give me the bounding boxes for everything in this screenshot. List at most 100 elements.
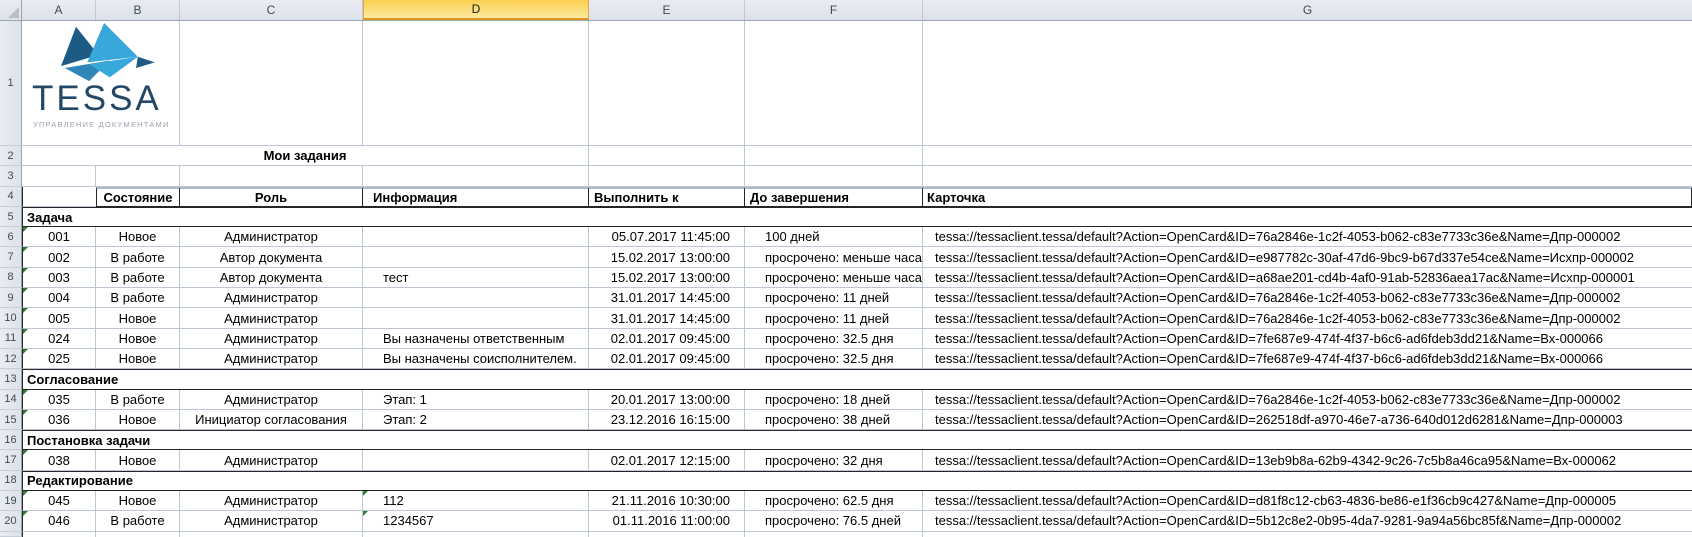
row-header[interactable]: 13: [0, 369, 22, 389]
cell-info[interactable]: Этап: 1: [363, 390, 589, 410]
cell-state[interactable]: Новое: [96, 308, 180, 328]
cell-role[interactable]: Администратор: [180, 349, 363, 369]
cell[interactable]: [745, 532, 923, 537]
cell-due-date[interactable]: 05.07.2017 11:45:00: [589, 227, 745, 247]
cell[interactable]: [363, 532, 589, 537]
row-header[interactable]: 10: [0, 308, 22, 328]
cell[interactable]: [96, 532, 180, 537]
cell-state[interactable]: В работе: [96, 288, 180, 308]
cell-role[interactable]: Администратор: [180, 308, 363, 328]
cell-info[interactable]: [363, 247, 589, 267]
cell-card-link[interactable]: tessa://tessaclient.tessa/default?Action…: [923, 450, 1692, 470]
header-remaining[interactable]: До завершения: [745, 187, 923, 207]
cell-due-date[interactable]: 02.01.2017 09:45:00: [589, 349, 745, 369]
cell-task-number[interactable]: 001: [22, 227, 96, 247]
cell-time-left[interactable]: просрочено: 62.5 дня: [745, 491, 923, 511]
section-label[interactable]: Постановка задачи: [22, 430, 1692, 450]
section-label[interactable]: Согласование: [22, 369, 1692, 389]
cell-card-link[interactable]: tessa://tessaclient.tessa/default?Action…: [923, 268, 1692, 288]
row-header[interactable]: 12: [0, 349, 22, 369]
cell-state[interactable]: Новое: [96, 227, 180, 247]
cell-time-left[interactable]: просрочено: 38 дней: [745, 410, 923, 430]
cell-info[interactable]: [363, 308, 589, 328]
cell-info[interactable]: [363, 288, 589, 308]
cell[interactable]: [180, 166, 363, 186]
row-header[interactable]: 16: [0, 430, 22, 450]
cell[interactable]: [363, 21, 589, 146]
cell-info[interactable]: 1234567: [363, 511, 589, 531]
cell[interactable]: [745, 146, 923, 166]
cell-info[interactable]: [363, 227, 589, 247]
row-header[interactable]: 11: [0, 329, 22, 349]
cell-card-link[interactable]: tessa://tessaclient.tessa/default?Action…: [923, 247, 1692, 267]
cell[interactable]: [589, 166, 745, 186]
column-header-b[interactable]: B: [96, 0, 180, 20]
header-role[interactable]: Роль: [180, 187, 363, 207]
section-label[interactable]: Задача: [22, 207, 1692, 227]
cell-state[interactable]: Новое: [96, 349, 180, 369]
row-header[interactable]: 20: [0, 511, 22, 531]
row-header[interactable]: 14: [0, 390, 22, 410]
cell-task-number[interactable]: 035: [22, 390, 96, 410]
section-label[interactable]: Редактирование: [22, 471, 1692, 491]
header-state[interactable]: Состояние: [96, 187, 180, 207]
row-header[interactable]: 1: [0, 21, 22, 146]
row-header[interactable]: 15: [0, 410, 22, 430]
cell-task-number[interactable]: 005: [22, 308, 96, 328]
cell-state[interactable]: В работе: [96, 511, 180, 531]
row-header[interactable]: [0, 532, 22, 537]
cell[interactable]: [22, 187, 96, 207]
cell-time-left[interactable]: просрочено: 11 дней: [745, 308, 923, 328]
cell-card-link[interactable]: tessa://tessaclient.tessa/default?Action…: [923, 390, 1692, 410]
cell-time-left[interactable]: просрочено: 11 дней: [745, 288, 923, 308]
cell-task-number[interactable]: 002: [22, 247, 96, 267]
cell-info[interactable]: тест: [363, 268, 589, 288]
cell-card-link[interactable]: tessa://tessaclient.tessa/default?Action…: [923, 288, 1692, 308]
row-header[interactable]: 19: [0, 491, 22, 511]
cell[interactable]: [96, 166, 180, 186]
cell-state[interactable]: В работе: [96, 247, 180, 267]
column-header-g[interactable]: G: [923, 0, 1692, 20]
row-header[interactable]: 3: [0, 166, 22, 186]
cell-time-left[interactable]: просрочено: меньше часа: [745, 268, 923, 288]
cell-state[interactable]: Новое: [96, 491, 180, 511]
header-info[interactable]: Информация: [363, 187, 589, 207]
cell-card-link[interactable]: tessa://tessaclient.tessa/default?Action…: [923, 308, 1692, 328]
cell-task-number[interactable]: 004: [22, 288, 96, 308]
cell-role[interactable]: Автор документа: [180, 247, 363, 267]
cell-time-left[interactable]: просрочено: 18 дней: [745, 390, 923, 410]
cell-state[interactable]: Новое: [96, 450, 180, 470]
cell-task-number[interactable]: 025: [22, 349, 96, 369]
cell-time-left[interactable]: просрочено: 76.5 дней: [745, 511, 923, 531]
cell-logo[interactable]: TESSA УПРАВЛЕНИЕ ДОКУМЕНТАМИ: [22, 21, 180, 146]
cell[interactable]: [923, 21, 1692, 146]
row-header[interactable]: 5: [0, 207, 22, 227]
cell-task-number[interactable]: 038: [22, 450, 96, 470]
cell[interactable]: [745, 21, 923, 146]
cell[interactable]: [589, 532, 745, 537]
cell-task-number[interactable]: 024: [22, 329, 96, 349]
cell[interactable]: [923, 166, 1692, 186]
cell-info[interactable]: Этап: 2: [363, 410, 589, 430]
cell-role[interactable]: Администратор: [180, 450, 363, 470]
column-header-f[interactable]: F: [745, 0, 923, 20]
row-header[interactable]: 6: [0, 227, 22, 247]
cell-due-date[interactable]: 01.11.2016 11:00:00: [589, 511, 745, 531]
cell-info[interactable]: [363, 450, 589, 470]
cell-due-date[interactable]: 15.02.2017 13:00:00: [589, 268, 745, 288]
cell-role[interactable]: Администратор: [180, 511, 363, 531]
cell-card-link[interactable]: tessa://tessaclient.tessa/default?Action…: [923, 491, 1692, 511]
row-header[interactable]: 8: [0, 268, 22, 288]
cell-state[interactable]: Новое: [96, 410, 180, 430]
cell-role[interactable]: Администратор: [180, 227, 363, 247]
cell-card-link[interactable]: tessa://tessaclient.tessa/default?Action…: [923, 227, 1692, 247]
report-title[interactable]: Мои задания: [22, 146, 589, 166]
cell[interactable]: [180, 532, 363, 537]
cell-card-link[interactable]: tessa://tessaclient.tessa/default?Action…: [923, 329, 1692, 349]
cell-task-number[interactable]: 003: [22, 268, 96, 288]
cell-due-date[interactable]: 21.11.2016 10:30:00: [589, 491, 745, 511]
cell-role[interactable]: Автор документа: [180, 268, 363, 288]
cell-state[interactable]: В работе: [96, 268, 180, 288]
column-header-e[interactable]: E: [589, 0, 745, 20]
cell[interactable]: [923, 146, 1692, 166]
